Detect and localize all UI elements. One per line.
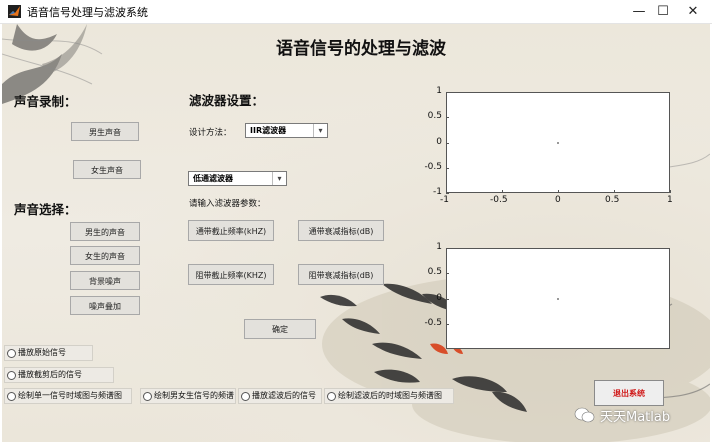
radio-circle-icon xyxy=(327,392,336,401)
design-method-label: 设计方法： xyxy=(189,128,232,138)
select-female-voice-button[interactable]: 女生的声音 xyxy=(70,246,140,265)
close-button[interactable]: ✕ xyxy=(672,0,714,23)
y-tick-label: 0.5 xyxy=(427,111,442,122)
radio-play-filtered[interactable]: 播放滤波后的信号 xyxy=(238,388,322,404)
chevron-down-icon: ▾ xyxy=(313,124,327,137)
radio-label: 播放原始信号 xyxy=(18,348,66,357)
radio-label: 绘制滤波后的时域图与频谱图 xyxy=(338,391,442,400)
radio-plot-single-signal[interactable]: 绘制单一信号时域图与频谱图 xyxy=(4,388,132,404)
select-male-voice-button[interactable]: 男生的声音 xyxy=(70,222,140,241)
y-tick-mark xyxy=(446,193,449,194)
x-tick-label: 0.5 xyxy=(605,195,620,205)
y-tick-label: 0 xyxy=(436,292,442,303)
x-tick-mark xyxy=(446,190,447,193)
radio-play-clipped[interactable]: 播放截剪后的信号 xyxy=(4,367,114,383)
radio-label: 播放截剪后的信号 xyxy=(18,370,82,379)
record-female-voice-button[interactable]: 女生声音 xyxy=(73,160,141,179)
x-tick-mark xyxy=(670,190,671,193)
record-male-voice-button[interactable]: 男生声音 xyxy=(71,122,139,141)
x-tick-mark xyxy=(614,190,615,193)
chevron-down-icon: ▾ xyxy=(272,172,286,185)
radio-circle-icon xyxy=(7,371,16,380)
data-point xyxy=(557,141,559,144)
title-bar: 语音信号处理与滤波系统 — ☐ ✕ xyxy=(0,0,712,24)
radio-plot-spectra[interactable]: 绘制男女生信号的频谱 xyxy=(140,388,236,404)
x-tick-label: -0.5 xyxy=(490,195,508,205)
x-tick-label: 1 xyxy=(667,195,673,205)
x-tick-label: 0 xyxy=(555,195,561,205)
y-tick-mark xyxy=(446,167,449,169)
data-point xyxy=(557,297,559,300)
stopband-freq-button[interactable]: 阻带截止频率(KHZ) xyxy=(188,264,274,285)
radio-label: 绘制单一信号时域图与频谱图 xyxy=(18,391,122,400)
y-tick-label: -0.5 xyxy=(424,161,442,172)
y-tick-label: 0.5 xyxy=(427,267,442,278)
select-section-heading: 声音选择： xyxy=(14,202,77,217)
y-tick-mark xyxy=(446,273,449,275)
design-method-dropdown[interactable]: IIR滤波器 ▾ xyxy=(245,123,328,138)
passband-atten-button[interactable]: 通带衰减指标(dB) xyxy=(298,220,384,241)
matlab-icon xyxy=(8,5,21,18)
filter-type-dropdown[interactable]: 低通滤波器 ▾ xyxy=(188,171,287,186)
filter-settings-heading: 滤波器设置： xyxy=(189,93,265,108)
passband-freq-button[interactable]: 通带截止频率(kHZ) xyxy=(188,220,274,241)
filter-params-label: 请输入滤波器参数： xyxy=(189,199,266,209)
wechat-icon xyxy=(574,406,596,424)
select-background-noise-button[interactable]: 背景噪声 xyxy=(70,271,140,290)
y-tick-mark xyxy=(446,142,449,144)
app-window: 语音信号处理与滤波系统 — ☐ ✕ 语音信号的处理与滤波 声音录制： 男生声音 … xyxy=(0,0,712,446)
x-tick-mark xyxy=(558,190,559,193)
y-tick-label: 0 xyxy=(436,136,442,147)
y-tick-mark xyxy=(446,117,449,119)
add-noise-button[interactable]: 噪声叠加 xyxy=(70,296,140,315)
x-tick-label: -1 xyxy=(440,195,449,205)
exit-button[interactable]: 退出系统 xyxy=(594,380,664,406)
radio-circle-icon xyxy=(143,392,152,401)
y-tick-label: -0.5 xyxy=(424,317,442,328)
window-title: 语音信号处理与滤波系统 xyxy=(27,6,148,19)
radio-play-original[interactable]: 播放原始信号 xyxy=(4,345,93,361)
radio-circle-icon xyxy=(241,392,250,401)
record-section-heading: 声音录制： xyxy=(14,94,77,109)
y-tick-mark xyxy=(446,298,449,300)
radio-label: 绘制男女生信号的频谱 xyxy=(154,391,234,400)
y-tick-mark xyxy=(446,92,449,93)
y-tick-mark xyxy=(446,248,449,249)
main-title: 语音信号的处理与滤波 xyxy=(276,39,446,59)
radio-circle-icon xyxy=(7,392,16,401)
stopband-atten-button[interactable]: 阻带衰减指标(dB) xyxy=(298,264,384,285)
radio-plot-filtered[interactable]: 绘制滤波后的时域图与频谱图 xyxy=(324,388,454,404)
watermark-text: 天天Matlab xyxy=(600,410,671,425)
confirm-button[interactable]: 确定 xyxy=(244,319,316,339)
radio-label: 播放滤波后的信号 xyxy=(252,391,316,400)
y-tick-mark xyxy=(446,323,449,325)
y-tick-label: 1 xyxy=(436,242,442,252)
design-method-value: IIR滤波器 xyxy=(250,126,287,135)
figure-client-area: 语音信号的处理与滤波 声音录制： 男生声音 女生声音 声音选择： 男生的声音 女… xyxy=(2,24,710,442)
radio-circle-icon xyxy=(7,349,16,358)
y-tick-label: 1 xyxy=(436,86,442,96)
x-tick-mark xyxy=(502,190,503,193)
filter-type-value: 低通滤波器 xyxy=(193,174,233,183)
